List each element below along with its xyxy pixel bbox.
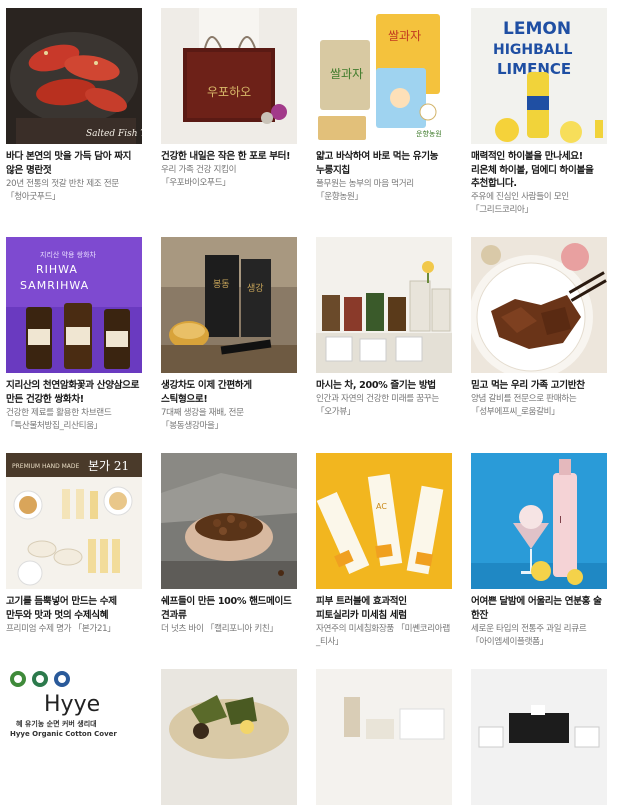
- braised-meat-photo-icon: [471, 237, 607, 373]
- svg-text:쌀과자: 쌀과자: [388, 29, 421, 43]
- svg-text:I: I: [559, 515, 562, 526]
- svg-text:봉동: 봉동: [213, 279, 230, 290]
- product-description: 건강한 제료를 활용한 차브랜드 「특산물처방집_리산티움」: [6, 408, 112, 431]
- product-image[interactable]: 우포하오: [161, 8, 297, 144]
- thumb-caption: Salted Fish Types: [86, 129, 142, 139]
- svg-text:운향농원: 운향농원: [416, 129, 442, 138]
- nuts-hand-photo-icon: [161, 453, 297, 589]
- tea-set-photo-icon: [316, 237, 452, 373]
- svg-text:AC: AC: [376, 502, 387, 511]
- product-image[interactable]: [161, 453, 297, 589]
- product-title[interactable]: 얇고 바삭하여 바로 먹는 유기농 누룽지칩: [316, 150, 452, 177]
- black-gift-box-photo-icon: [471, 669, 607, 805]
- svg-text:쌀과자: 쌀과자: [330, 67, 363, 81]
- product-title[interactable]: 피부 트러블에 효과적인 피토실리카 미세침 세럼: [316, 595, 452, 622]
- organic-pad-photo-icon: Hyye 혜 유기농 순면 커버 생리대 Hyye Organic Cotton…: [6, 669, 142, 805]
- svg-text:우포하오: 우포하오: [207, 85, 251, 99]
- herbal-tea-bottle-photo-icon: 지리산 약용 쌍화차 RIHWA SAMRIHWA: [6, 237, 142, 373]
- product-title[interactable]: 바다 본연의 맛을 가득 담아 짜지 않은 명란젓: [6, 150, 142, 177]
- product-image[interactable]: 봉동 생강: [161, 237, 297, 373]
- product-description: 우리 가족 건강 지킴이 「우포바이오푸드」: [161, 165, 237, 188]
- product-title[interactable]: 건강한 내일은 작은 한 포로 부터!: [161, 150, 297, 164]
- product-description: 더 넛츠 바이 「캘리포니아 키친」: [161, 624, 278, 634]
- svg-text:LEMON: LEMON: [503, 19, 571, 39]
- svg-text:지리산 약용 쌍화차: 지리산 약용 쌍화차: [40, 250, 97, 259]
- product-title[interactable]: 생강차도 이제 간편하게 스틱형으로!: [161, 379, 297, 406]
- svg-text:PREMIUM HAND MADE: PREMIUM HAND MADE: [12, 463, 80, 470]
- product-description: 자연주의 미세침화장품 「미쏀코리아랩_티사」: [316, 624, 450, 647]
- product-title[interactable]: 고기를 듬뿍넣어 만드는 수제 만두와 맛과 멋의 수제식혜: [6, 595, 142, 622]
- serum-tube-photo-icon: AC: [316, 453, 452, 589]
- product-title[interactable]: 마시는 차, 200% 즐기는 방법: [316, 379, 452, 393]
- product-image[interactable]: [161, 669, 297, 805]
- thumb-brand: 본가 21: [88, 459, 129, 473]
- product-image[interactable]: Hyye 혜 유기농 순면 커버 생리대 Hyye Organic Cotton…: [6, 669, 142, 805]
- product-image[interactable]: 쌀과자 쌀과자 운향농원: [316, 8, 452, 144]
- product-image[interactable]: [316, 237, 452, 373]
- product-title[interactable]: 지리산의 천연암화꽃과 산양삼으로 만든 건강한 쌍화차!: [6, 379, 142, 406]
- product-image[interactable]: AC: [316, 453, 452, 589]
- ginger-tea-box-photo-icon: 봉동 생강: [161, 237, 297, 373]
- product-grid: Salted Fish Types 바다 본연의 맛을 가득 담아 짜지 않은 …: [0, 0, 617, 805]
- product-description: 주유에 진심인 사람들이 모인 「그리드코리아」: [471, 192, 569, 215]
- svg-text:RIHWA: RIHWA: [36, 263, 78, 276]
- product-image[interactable]: 지리산 약용 쌍화차 RIHWA SAMRIHWA: [6, 237, 142, 373]
- product-description: 프리미엄 수제 명가 「본가21」: [6, 624, 116, 634]
- salted-roe-photo-icon: Salted Fish Types: [6, 8, 142, 144]
- gift-box-photo-icon: 우포하오: [161, 8, 297, 144]
- svg-text:HIGHBALL: HIGHBALL: [493, 42, 573, 58]
- product-image[interactable]: I: [471, 453, 607, 589]
- thumb-subtitle: 혜 유기농 순면 커버 생리대: [16, 719, 97, 728]
- product-description: 인간과 자연의 건강한 미래를 꿈꾸는 「오가뷰」: [316, 394, 439, 417]
- product-description: 풀무원는 농부의 마음 먹거리 「운향농원」: [316, 179, 414, 202]
- product-description: 20년 전통의 젓갈 반찬 제조 전문 「청아굿푸드」: [6, 179, 119, 202]
- product-image[interactable]: Salted Fish Types: [6, 8, 142, 144]
- pink-liquor-photo-icon: I: [471, 453, 607, 589]
- gift-set-photo-icon: [316, 669, 452, 805]
- product-description: 세로운 타입의 전통주 과일 리큐르 「아이엠세이플랫폼」: [471, 624, 587, 647]
- svg-text:SAMRIHWA: SAMRIHWA: [20, 279, 89, 292]
- product-description: 양념 갈비를 전문으로 판매하는 「성부에프씨_로움갈비」: [471, 394, 577, 417]
- product-description: 7대째 생강을 재배, 전문 「봉동생강마을」: [161, 408, 244, 431]
- product-image[interactable]: [471, 669, 607, 805]
- highball-can-photo-icon: LEMON HIGHBALL LIMENCE: [471, 8, 607, 144]
- rice-cake-photo-icon: [161, 669, 297, 805]
- nurungji-snack-photo-icon: 쌀과자 쌀과자 운향농원: [316, 8, 452, 144]
- product-image[interactable]: LEMON HIGHBALL LIMENCE: [471, 8, 607, 144]
- svg-text:생강: 생강: [247, 283, 264, 294]
- product-title[interactable]: 어여쁜 달밤에 어울리는 연분홍 술 한잔: [471, 595, 607, 622]
- product-title[interactable]: 믿고 먹는 우리 가족 고기반찬: [471, 379, 607, 393]
- product-image[interactable]: [471, 237, 607, 373]
- product-title[interactable]: 쉐프들이 만든 100% 핸드메이드 견과류: [161, 595, 297, 622]
- product-image[interactable]: [316, 669, 452, 805]
- thumb-brand: Hyye: [44, 692, 100, 717]
- product-image[interactable]: PREMIUM HAND MADE 본가 21: [6, 453, 142, 589]
- product-title[interactable]: 매력적인 하이볼을 만나세요! 리온체 하이볼, 덤에디 하이볼을 추천합니다.: [471, 150, 607, 191]
- dumpling-sikhye-photo-icon: PREMIUM HAND MADE 본가 21: [6, 453, 142, 589]
